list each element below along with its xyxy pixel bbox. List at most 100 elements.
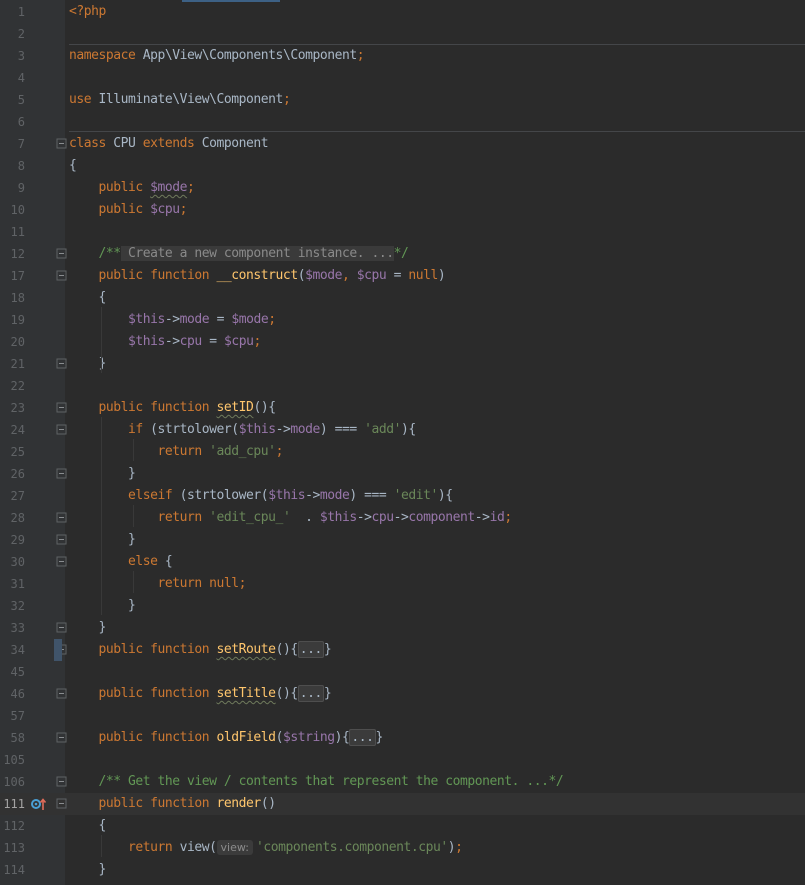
line-number[interactable]: 8 xyxy=(0,155,25,177)
code-line[interactable]: 11 xyxy=(0,221,805,243)
code-text[interactable]: public function __construct($mode, $cpu … xyxy=(69,265,446,287)
fold-toggle-icon[interactable] xyxy=(56,397,70,419)
line-number[interactable]: 29 xyxy=(0,529,25,551)
code-line[interactable]: 5 use Illuminate\View\Component; xyxy=(0,89,805,111)
code-text[interactable]: public $mode; xyxy=(69,177,195,199)
code-text[interactable]: /** Create a new component instance. ...… xyxy=(69,243,409,265)
code-line[interactable]: 58 public function oldField($string){...… xyxy=(0,727,805,749)
code-line[interactable]: 7 class CPU extends Component xyxy=(0,133,805,155)
line-number[interactable]: 27 xyxy=(0,485,25,507)
code-text[interactable]: public function oldField($string){...} xyxy=(69,727,383,749)
code-line[interactable]: 32 } xyxy=(0,595,805,617)
fold-toggle-icon[interactable] xyxy=(56,463,70,485)
line-number[interactable]: 2 xyxy=(0,23,25,45)
line-number[interactable]: 24 xyxy=(0,419,25,441)
code-line[interactable]: 20 $this->cpu = $cpu; xyxy=(0,331,805,353)
line-number[interactable]: 7 xyxy=(0,133,25,155)
code-line[interactable]: 8{ xyxy=(0,155,805,177)
fold-toggle-icon[interactable] xyxy=(56,507,70,529)
line-number[interactable]: 5 xyxy=(0,89,25,111)
code-line[interactable]: 12 /** Create a new component instance. … xyxy=(0,243,805,265)
code-text[interactable]: } xyxy=(69,859,107,881)
code-line[interactable]: 111 public function render() xyxy=(0,793,805,815)
code-text[interactable]: } xyxy=(69,617,107,639)
fold-toggle-icon[interactable] xyxy=(56,243,70,265)
code-line[interactable]: 24 if (strtolower($this->mode) === 'add'… xyxy=(0,419,805,441)
code-line[interactable]: 113 return view(view:'components.compone… xyxy=(0,837,805,859)
fold-toggle-icon[interactable] xyxy=(56,727,70,749)
code-line[interactable]: 45 xyxy=(0,661,805,683)
line-number[interactable]: 32 xyxy=(0,595,25,617)
line-number[interactable]: 23 xyxy=(0,397,25,419)
line-number[interactable]: 9 xyxy=(0,177,25,199)
line-number[interactable]: 112 xyxy=(0,815,25,837)
line-number[interactable]: 31 xyxy=(0,573,25,595)
code-line[interactable]: 1 <?php xyxy=(0,1,805,23)
code-text[interactable]: { xyxy=(69,155,77,177)
code-line[interactable]: 19 $this->mode = $mode; xyxy=(0,309,805,331)
code-line[interactable]: 33 } xyxy=(0,617,805,639)
code-line[interactable]: 29 } xyxy=(0,529,805,551)
code-line[interactable]: 30 else { xyxy=(0,551,805,573)
line-number[interactable]: 106 xyxy=(0,771,25,793)
code-line[interactable]: 25 return 'add_cpu'; xyxy=(0,441,805,463)
code-text[interactable]: return null; xyxy=(69,573,247,595)
code-text[interactable]: if (strtolower($this->mode) === 'add'){ xyxy=(69,419,416,441)
fold-toggle-icon[interactable] xyxy=(56,419,70,441)
code-text[interactable]: return 'edit_cpu_' . $this->cpu->compone… xyxy=(69,507,513,529)
code-text[interactable]: <?php xyxy=(69,1,106,23)
code-line[interactable]: 21 } xyxy=(0,353,805,375)
code-text[interactable]: public function setRoute(){...} xyxy=(69,639,332,661)
implements-override-icon[interactable] xyxy=(31,793,47,815)
code-line[interactable]: 26 } xyxy=(0,463,805,485)
line-number[interactable]: 26 xyxy=(0,463,25,485)
code-line[interactable]: 28 return 'edit_cpu_' . $this->cpu->comp… xyxy=(0,507,805,529)
line-number[interactable]: 3 xyxy=(0,45,25,67)
code-line[interactable]: 57 xyxy=(0,705,805,727)
code-line[interactable]: 10 public $cpu; xyxy=(0,199,805,221)
line-number[interactable]: 105 xyxy=(0,749,25,771)
code-line[interactable]: 18 { xyxy=(0,287,805,309)
code-line[interactable]: 31 return null; xyxy=(0,573,805,595)
folded-code-block[interactable]: ... xyxy=(297,641,324,658)
code-text[interactable]: { xyxy=(69,815,107,837)
line-number[interactable]: 6 xyxy=(0,111,25,133)
line-number[interactable]: 46 xyxy=(0,683,25,705)
code-line[interactable]: 105 xyxy=(0,749,805,771)
line-number[interactable]: 28 xyxy=(0,507,25,529)
code-text[interactable]: namespace App\View\Components\Component; xyxy=(69,45,365,67)
code-line[interactable]: 23 public function setID(){ xyxy=(0,397,805,419)
line-number[interactable]: 20 xyxy=(0,331,25,353)
code-line[interactable]: 17 public function __construct($mode, $c… xyxy=(0,265,805,287)
code-line[interactable]: 4 xyxy=(0,67,805,89)
code-text[interactable]: /** Get the view / contents that represe… xyxy=(69,771,564,793)
line-number[interactable]: 30 xyxy=(0,551,25,573)
code-editor[interactable]: 1 <?php 2 3 namespace App\View\Components\Co… xyxy=(0,0,805,885)
code-text[interactable]: $this->mode = $mode; xyxy=(69,309,276,331)
code-text[interactable]: return view(view:'components.component.c… xyxy=(69,837,463,859)
fold-toggle-icon[interactable] xyxy=(56,771,70,793)
code-text[interactable]: else { xyxy=(69,551,173,573)
code-line[interactable]: 106 /** Get the view / contents that rep… xyxy=(0,771,805,793)
code-line[interactable]: 46 public function setTitle(){...} xyxy=(0,683,805,705)
line-number[interactable]: 111 xyxy=(0,793,25,815)
folded-code-block[interactable]: ... xyxy=(297,685,324,702)
code-line[interactable]: 112 { xyxy=(0,815,805,837)
code-text[interactable]: public function setTitle(){...} xyxy=(69,683,332,705)
line-number[interactable]: 57 xyxy=(0,705,25,727)
code-text[interactable]: public $cpu; xyxy=(69,199,188,221)
line-number[interactable]: 12 xyxy=(0,243,25,265)
code-line[interactable]: 2 xyxy=(0,23,805,45)
line-number[interactable]: 34 xyxy=(0,639,25,661)
code-text[interactable]: } xyxy=(69,463,136,485)
code-text[interactable]: } xyxy=(69,595,136,617)
code-text[interactable]: $this->cpu = $cpu; xyxy=(69,331,261,353)
line-number[interactable]: 25 xyxy=(0,441,25,463)
fold-toggle-icon[interactable] xyxy=(56,551,70,573)
code-text[interactable]: { xyxy=(69,287,107,309)
line-number[interactable]: 33 xyxy=(0,617,25,639)
code-line[interactable]: 34 public function setRoute(){...} xyxy=(0,639,805,661)
fold-toggle-icon[interactable] xyxy=(56,683,70,705)
code-text[interactable]: } xyxy=(69,529,136,551)
code-text[interactable]: public function render() xyxy=(69,793,277,815)
